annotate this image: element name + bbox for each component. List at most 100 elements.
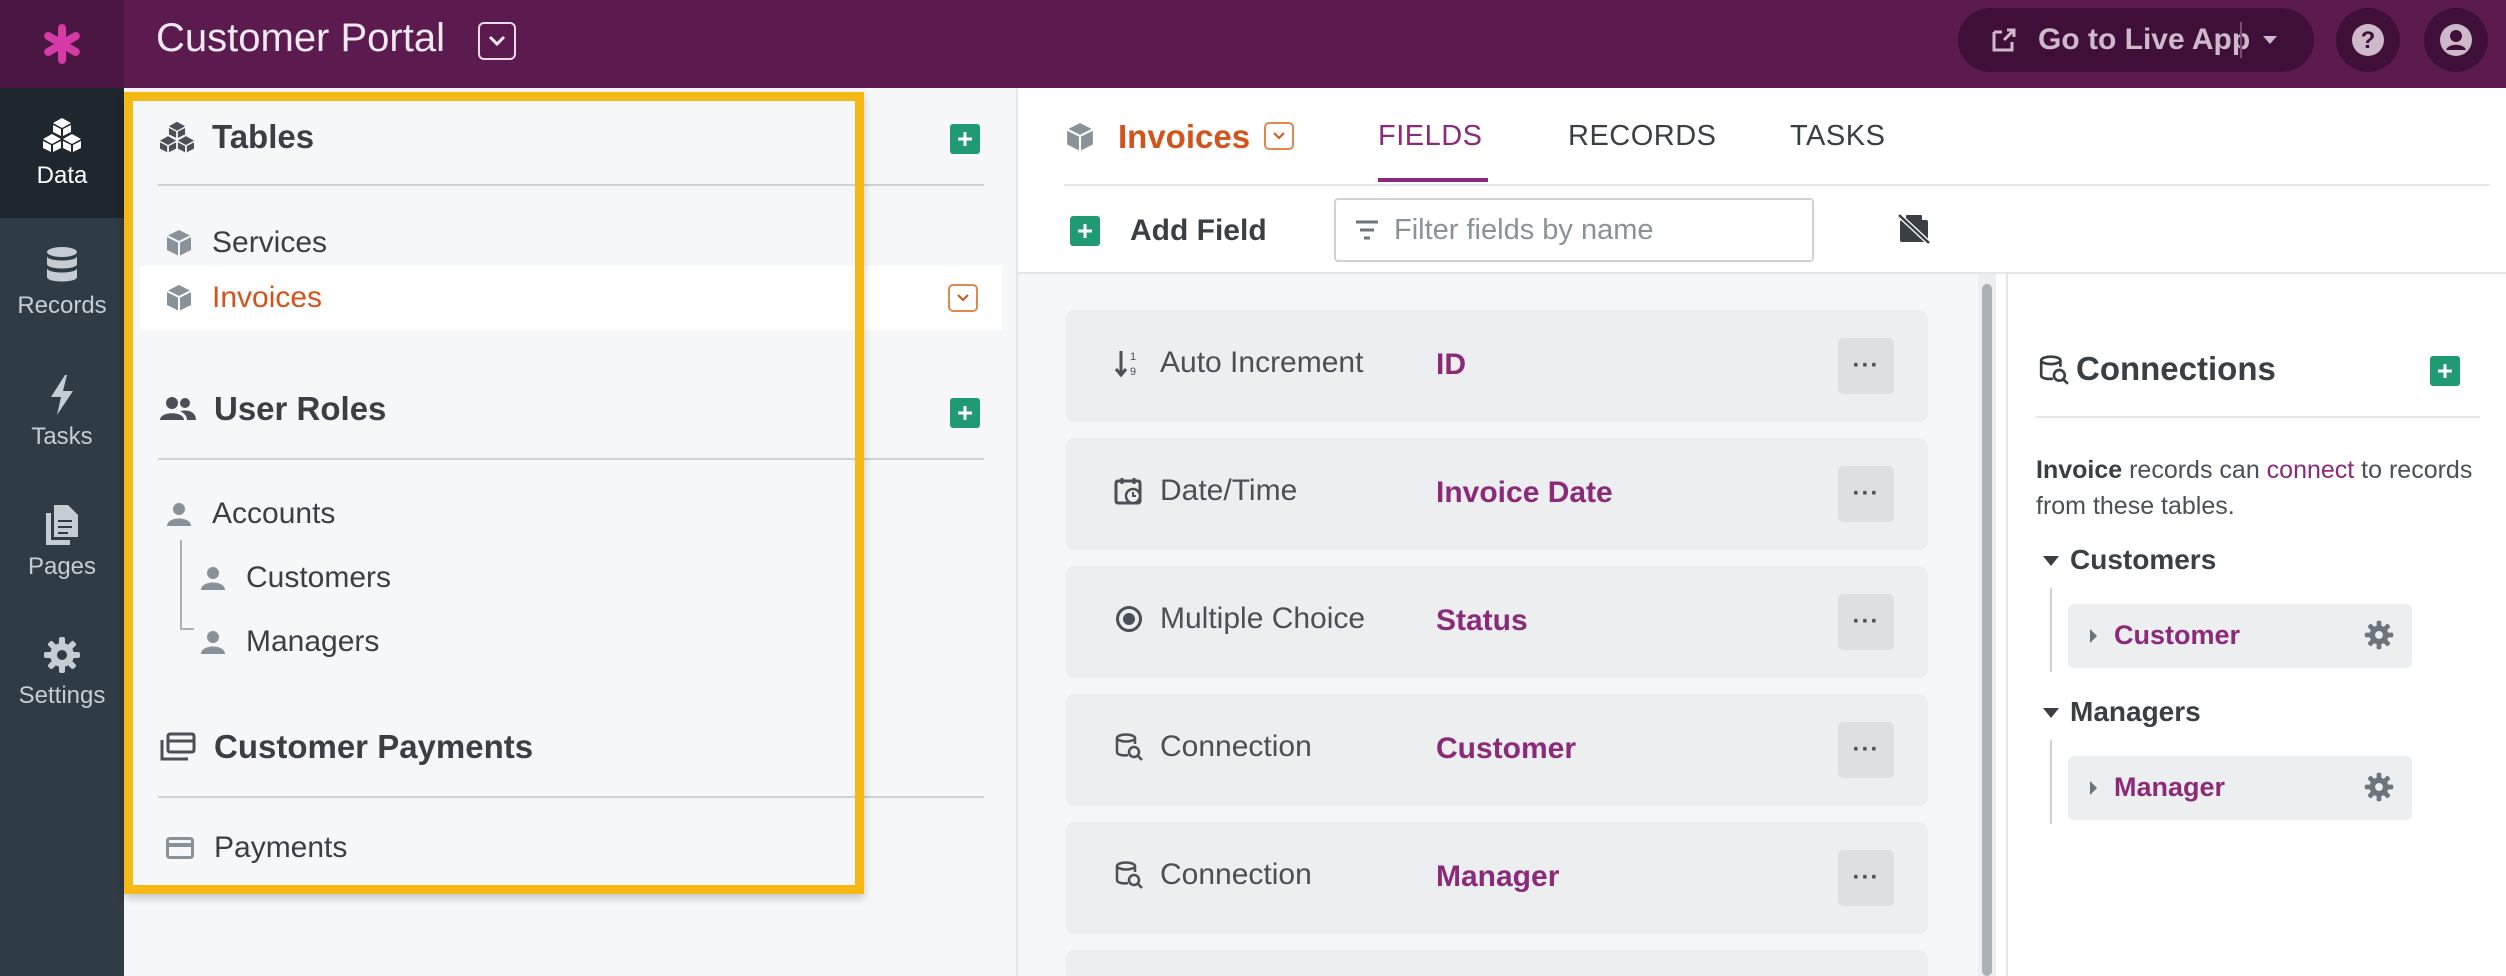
tables-panel: Tables Services Invoices User Roles Acco… bbox=[124, 88, 1018, 976]
cube-icon bbox=[1066, 123, 1094, 151]
desc-text-1: records can bbox=[2122, 456, 2267, 484]
nav-item-data[interactable]: Data bbox=[0, 88, 124, 218]
role-label: Managers bbox=[246, 625, 380, 658]
tab-tasks[interactable]: TASKS bbox=[1790, 120, 1885, 153]
field-more-button[interactable]: ··· bbox=[1838, 338, 1894, 394]
payments-title: Customer Payments bbox=[214, 728, 534, 765]
field-row-manager[interactable]: Connection Manager ··· bbox=[1066, 822, 1928, 934]
current-table-dropdown[interactable] bbox=[1264, 122, 1294, 150]
nav-label-data: Data bbox=[36, 162, 88, 189]
filter-fields-input[interactable] bbox=[1334, 198, 1814, 262]
field-more-button[interactable]: ··· bbox=[1838, 466, 1894, 522]
connection-icon bbox=[1115, 861, 1143, 889]
field-name: ID bbox=[1436, 348, 1466, 381]
help-button[interactable]: ? bbox=[2336, 8, 2400, 72]
field-more-button[interactable]: ··· bbox=[1838, 722, 1894, 778]
radio-icon bbox=[1116, 606, 1142, 632]
payment-item-payments[interactable]: Payments bbox=[166, 818, 347, 878]
add-table-button[interactable] bbox=[950, 124, 980, 154]
nav-item-records[interactable]: Records bbox=[0, 218, 124, 348]
connection-item-customer[interactable]: Customer bbox=[2068, 604, 2412, 668]
gear-icon[interactable] bbox=[2364, 620, 2394, 650]
asterisk-logo-icon bbox=[44, 24, 80, 64]
calendar-clock-icon bbox=[1114, 478, 1142, 505]
field-row-id[interactable]: 19 Auto Increment ID ··· bbox=[1066, 310, 1928, 422]
cube-icon bbox=[166, 230, 192, 256]
field-type-label: Multiple Choice bbox=[1160, 602, 1366, 635]
caret-down-icon[interactable] bbox=[2260, 30, 2280, 50]
tab-records[interactable]: RECORDS bbox=[1568, 120, 1717, 153]
go-to-live-app-label: Go to Live App bbox=[2038, 23, 2251, 56]
field-row-status[interactable]: Multiple Choice Status ··· bbox=[1066, 566, 1928, 678]
table-header: Invoices FIELDS RECORDS TASKS Add Field bbox=[1018, 88, 2506, 274]
tab-divider bbox=[1064, 184, 2490, 186]
filter-fields-text[interactable] bbox=[1394, 213, 1794, 247]
app-switcher-dropdown[interactable] bbox=[478, 22, 516, 60]
users-icon bbox=[160, 397, 196, 420]
tab-fields[interactable]: FIELDS bbox=[1378, 120, 1483, 153]
payment-label: Payments bbox=[214, 831, 348, 864]
add-field-label: Add Field bbox=[1130, 214, 1267, 247]
role-label: Customers bbox=[246, 561, 392, 594]
payments-divider bbox=[158, 796, 984, 798]
nav-item-pages[interactable]: Pages bbox=[0, 478, 124, 608]
tables-icon bbox=[160, 121, 194, 153]
nav-label-records: Records bbox=[17, 292, 107, 319]
nav-item-tasks[interactable]: Tasks bbox=[0, 348, 124, 478]
caret-down-icon[interactable] bbox=[2042, 706, 2060, 720]
group-line bbox=[2050, 588, 2052, 672]
connections-title: Connections bbox=[2076, 350, 2276, 387]
role-item-managers[interactable]: Managers bbox=[200, 612, 379, 672]
table-item-services[interactable]: Services bbox=[166, 214, 327, 272]
caret-down-icon[interactable] bbox=[2042, 554, 2060, 568]
add-connection-button[interactable] bbox=[2430, 356, 2460, 386]
caret-right-icon bbox=[2090, 629, 2097, 643]
connection-group-managers[interactable]: Managers bbox=[2070, 696, 2201, 728]
user-roles-title: User Roles bbox=[214, 390, 387, 427]
table-options-dropdown[interactable] bbox=[948, 284, 978, 312]
role-item-customers[interactable]: Customers bbox=[200, 548, 391, 608]
field-type: Connection bbox=[1114, 858, 1312, 892]
field-row-partial[interactable] bbox=[1066, 950, 1928, 976]
connect-link[interactable]: connect bbox=[2267, 456, 2355, 484]
current-table-name: Invoices bbox=[1118, 118, 1251, 155]
connection-group-customers[interactable]: Customers bbox=[2070, 544, 2216, 576]
go-to-live-app-button[interactable]: Go to Live App bbox=[1958, 8, 2314, 72]
field-type: Date/Time bbox=[1114, 474, 1297, 508]
add-field-button[interactable]: Add Field bbox=[1070, 214, 1267, 248]
account-button[interactable] bbox=[2424, 8, 2488, 72]
gear-icon bbox=[44, 637, 80, 673]
group-line bbox=[2050, 740, 2052, 824]
data-icon bbox=[43, 118, 81, 152]
field-name: Status bbox=[1436, 604, 1528, 637]
role-item-accounts[interactable]: Accounts bbox=[166, 484, 335, 544]
field-row-invoice-date[interactable]: Date/Time Invoice Date ··· bbox=[1066, 438, 1928, 550]
tables-title: Tables bbox=[212, 118, 315, 155]
database-icon bbox=[47, 247, 77, 282]
fields-scrollbar-thumb[interactable] bbox=[1982, 284, 1992, 976]
person-icon bbox=[201, 631, 225, 654]
app-logo[interactable] bbox=[0, 0, 124, 88]
credit-card-icon bbox=[166, 837, 194, 859]
field-more-button[interactable]: ··· bbox=[1838, 850, 1894, 906]
connection-name: Customer bbox=[2114, 620, 2241, 650]
connections-divider bbox=[2036, 416, 2480, 418]
nav-item-settings[interactable]: Settings bbox=[0, 608, 124, 738]
connection-item-manager[interactable]: Manager bbox=[2068, 756, 2412, 820]
gear-icon[interactable] bbox=[2364, 772, 2394, 802]
field-row-customer[interactable]: Connection Customer ··· bbox=[1066, 694, 1928, 806]
caret-right-icon bbox=[2090, 781, 2097, 795]
connection-name: Manager bbox=[2114, 772, 2226, 802]
plus-icon bbox=[958, 406, 972, 420]
nav-label-pages: Pages bbox=[27, 553, 97, 580]
field-more-button[interactable]: ··· bbox=[1838, 594, 1894, 650]
payments-section-header: Customer Payments bbox=[160, 728, 1104, 766]
field-name: Manager bbox=[1436, 860, 1560, 893]
tables-divider bbox=[158, 184, 984, 186]
user-circle-icon bbox=[2440, 24, 2472, 56]
fields-list: 19 Auto Increment ID ··· Date/Time Invoi… bbox=[1018, 274, 1978, 976]
desc-table-name: Invoice bbox=[2036, 456, 2123, 484]
hide-fields-icon[interactable] bbox=[1896, 212, 1932, 246]
add-user-role-button[interactable] bbox=[950, 398, 980, 428]
table-item-invoices[interactable]: Invoices bbox=[140, 266, 1002, 330]
